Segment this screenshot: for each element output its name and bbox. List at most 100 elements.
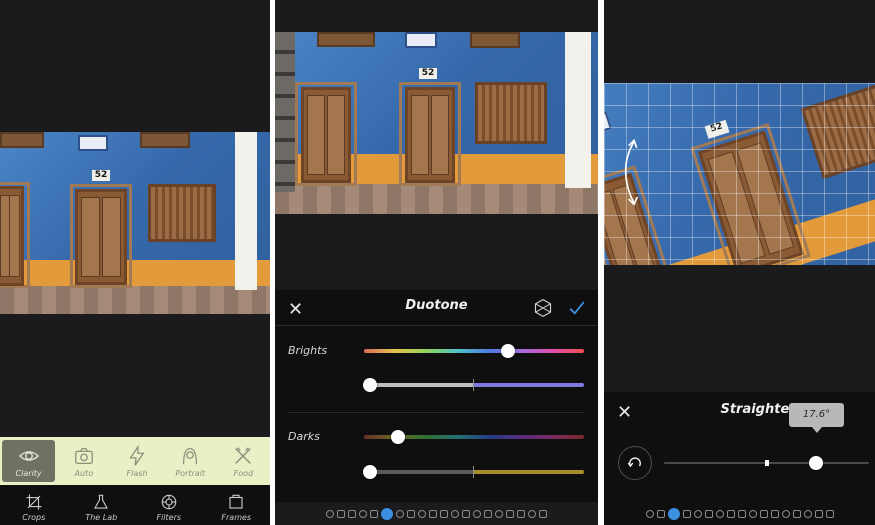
duotone-tool-icon[interactable] (381, 508, 393, 520)
tool-icon[interactable] (759, 510, 768, 518)
door-left (0, 186, 24, 286)
swap-colors-icon[interactable] (533, 298, 553, 318)
rotate-button[interactable] (618, 446, 652, 480)
darks-balance-center-tick (473, 466, 474, 478)
section-divider (288, 412, 585, 413)
tool-icon[interactable] (792, 510, 801, 518)
azulejo-tile (78, 135, 108, 151)
filter-label: Clarity (15, 468, 42, 478)
tool-label: Filters (156, 513, 182, 522)
filter-food[interactable]: Food (217, 437, 270, 485)
filter-portrait[interactable]: Portrait (164, 437, 217, 485)
brights-balance-track[interactable] (364, 383, 584, 387)
filters-icon (161, 494, 177, 510)
tool-icon[interactable] (451, 510, 459, 518)
tool-the-lab[interactable]: The Lab (68, 485, 136, 525)
camera-icon (74, 447, 93, 464)
tool-icon[interactable] (726, 510, 735, 518)
tool-icon[interactable] (396, 510, 404, 518)
tool-icon[interactable] (407, 510, 415, 518)
close-icon[interactable]: ✕ (617, 402, 632, 423)
tool-icon[interactable] (370, 510, 378, 518)
tool-icon[interactable] (539, 510, 547, 518)
tool-icon[interactable] (462, 510, 470, 518)
shuttered-window (148, 184, 216, 242)
tool-icon[interactable] (748, 510, 757, 518)
tool-label: Frames (221, 513, 252, 522)
darks-label: Darks (288, 430, 320, 443)
checkmark-icon[interactable] (568, 299, 586, 317)
photo-preview: 52 (604, 83, 875, 265)
crop-icon (26, 494, 42, 510)
straighten-tool-icon[interactable] (667, 508, 680, 520)
photo-preview: 52 (0, 132, 270, 314)
tool-icon[interactable] (506, 510, 514, 518)
white-pillar (565, 32, 591, 188)
brights-balance-knob[interactable] (363, 378, 377, 392)
tool-icon[interactable] (348, 510, 356, 518)
lightning-icon (129, 444, 145, 466)
bottom-toolbar: Crops The Lab Filters Frames (0, 485, 270, 525)
tool-icon[interactable] (803, 510, 812, 518)
fork-knife-icon (235, 446, 252, 464)
tool-icon[interactable] (528, 510, 536, 518)
white-pillar (235, 132, 257, 290)
adjustment-tools-strip (604, 503, 875, 525)
filter-flash[interactable]: Flash (110, 437, 163, 485)
angle-knob[interactable] (809, 456, 823, 470)
shuttered-window (475, 82, 547, 144)
tool-icon[interactable] (704, 510, 713, 518)
portrait-icon (183, 447, 198, 464)
tool-icon[interactable] (715, 510, 724, 518)
door-center (405, 87, 455, 183)
tool-icon[interactable] (337, 510, 345, 518)
tool-label: The Lab (85, 513, 118, 522)
tool-icon[interactable] (517, 510, 525, 518)
frame-icon (229, 494, 243, 509)
brights-hue-knob[interactable] (501, 344, 515, 358)
angle-tooltip: 17.6° (789, 403, 844, 433)
tool-frames[interactable]: Frames (203, 485, 271, 525)
filter-auto[interactable]: Auto (57, 437, 110, 485)
tool-icon[interactable] (682, 510, 691, 518)
azulejo-tile (405, 32, 437, 48)
tool-icon[interactable] (656, 510, 665, 518)
filter-label: Auto (74, 468, 94, 478)
tool-icon[interactable] (484, 510, 492, 518)
planter-right (140, 132, 190, 148)
tool-icon[interactable] (359, 510, 367, 518)
filter-clarity[interactable]: Clarity (2, 440, 56, 482)
tool-icon[interactable] (825, 510, 834, 518)
darks-balance-track[interactable] (364, 470, 584, 474)
tool-icon[interactable] (473, 510, 481, 518)
darks-hue-knob[interactable] (391, 430, 405, 444)
tool-icon[interactable] (693, 510, 702, 518)
brights-balance-center-tick (473, 379, 474, 391)
tool-label: Crops (22, 513, 46, 522)
planter-left (0, 132, 44, 148)
planter-left (317, 32, 375, 47)
darks-balance-knob[interactable] (363, 465, 377, 479)
tool-icon[interactable] (326, 510, 334, 518)
tool-icon[interactable] (814, 510, 823, 518)
tool-icon[interactable] (495, 510, 503, 518)
tool-icon[interactable] (737, 510, 746, 518)
tool-icon[interactable] (418, 510, 426, 518)
tool-crops[interactable]: Crops (0, 485, 68, 525)
tool-icon[interactable] (770, 510, 779, 518)
panel-header: ✕ Duotone (275, 290, 598, 326)
tool-icon[interactable] (440, 510, 448, 518)
house-number: 52 (92, 170, 110, 181)
duotone-panel: ✕ Duotone Brights Darks (275, 290, 598, 502)
tool-filters[interactable]: Filters (135, 485, 203, 525)
tool-icon[interactable] (645, 510, 654, 518)
tool-icon[interactable] (781, 510, 790, 518)
filter-label: Food (233, 468, 254, 478)
photo-preview: 52 (275, 32, 598, 214)
tool-icon[interactable] (429, 510, 437, 518)
brights-hue-track[interactable] (364, 349, 584, 353)
filter-label: Portrait (175, 468, 206, 478)
filter-label: Flash (126, 468, 148, 478)
door-center (75, 189, 127, 285)
straighten-screen: 52 ✕ Straighten 17.6° (604, 0, 875, 525)
